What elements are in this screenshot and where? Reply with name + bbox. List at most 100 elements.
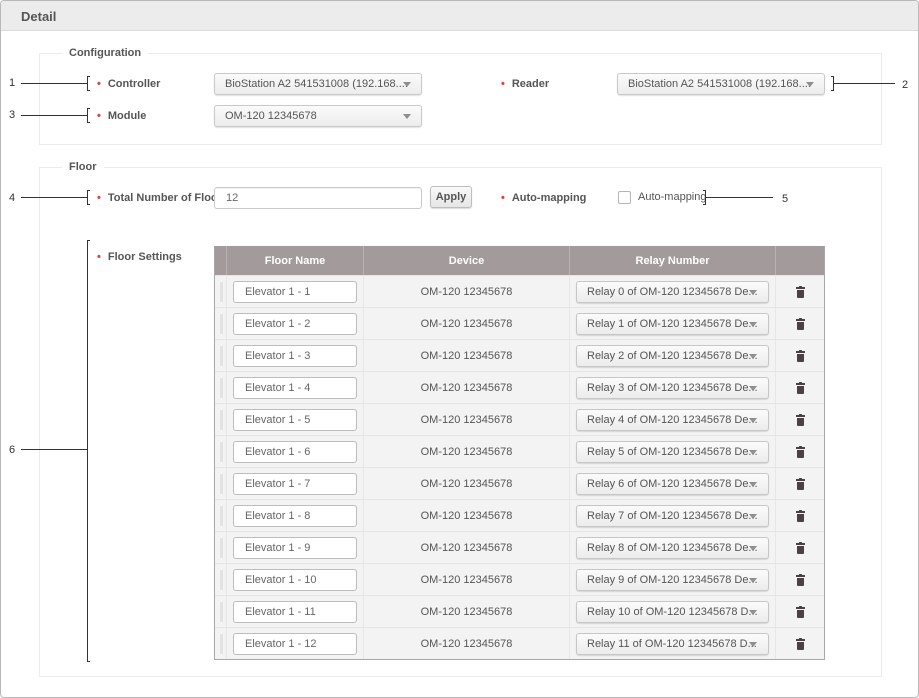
- floor-name-input[interactable]: Elevator 1 - 11: [233, 600, 357, 623]
- apply-button[interactable]: Apply: [430, 186, 472, 208]
- annotation-5: 5: [782, 193, 789, 205]
- controller-label: • Controller: [97, 78, 160, 90]
- trash-icon[interactable]: [795, 541, 805, 554]
- annotation-line: [21, 115, 87, 116]
- table-row: Elevator 1 - 11 OM-120 12345678 Relay 10 o…: [215, 595, 824, 627]
- floor-name-input[interactable]: Elevator 1 - 8: [233, 504, 357, 527]
- relay-cell: Relay 9 of OM-120 12345678 De...: [570, 564, 776, 595]
- trash-body: [796, 289, 804, 298]
- trash-icon[interactable]: [795, 637, 805, 650]
- relay-select[interactable]: Relay 1 of OM-120 12345678 De...: [576, 312, 769, 335]
- trash-body: [796, 417, 804, 426]
- annotation-bracket-tick: [87, 76, 90, 77]
- relay-select[interactable]: Relay 2 of OM-120 12345678 De...: [576, 344, 769, 367]
- table-row: Elevator 1 - 1 OM-120 12345678 Relay 0 of …: [215, 275, 824, 307]
- caret-down-icon: [806, 82, 814, 87]
- relay-select[interactable]: Relay 4 of OM-120 12345678 De...: [576, 408, 769, 431]
- required-marker: •: [97, 192, 101, 204]
- trash-icon[interactable]: [795, 413, 805, 426]
- drag-handle-icon[interactable]: [220, 505, 223, 526]
- floor-name-input[interactable]: Elevator 1 - 1: [233, 280, 357, 303]
- floor-name-cell: Elevator 1 - 8: [227, 500, 364, 531]
- floor-name-input[interactable]: Elevator 1 - 4: [233, 376, 357, 399]
- floor-settings-label: • Floor Settings: [97, 251, 182, 263]
- trash-icon[interactable]: [795, 605, 805, 618]
- module-label-text: Module: [107, 110, 147, 122]
- module-label: • Module: [97, 110, 146, 122]
- relay-select-value: Relay 10 of OM-120 12345678 D...: [587, 605, 758, 618]
- floor-name-input[interactable]: Elevator 1 - 3: [233, 344, 357, 367]
- auto-mapping-label: • Auto-mapping: [501, 192, 586, 204]
- required-marker: •: [97, 78, 101, 90]
- module-select[interactable]: OM-120 12345678: [214, 105, 422, 127]
- required-marker: •: [501, 192, 505, 204]
- drag-handle-icon[interactable]: [220, 409, 223, 430]
- floor-name-cell: Elevator 1 - 10: [227, 564, 364, 595]
- reader-select[interactable]: BioStation A2 541531008 (192.168....: [617, 73, 825, 95]
- relay-select-value: Relay 4 of OM-120 12345678 De...: [587, 413, 758, 426]
- floor-name-input[interactable]: Elevator 1 - 12: [233, 632, 357, 655]
- floor-name-input[interactable]: Elevator 1 - 6: [233, 440, 357, 463]
- floor-name-cell: Elevator 1 - 3: [227, 340, 364, 371]
- floor-name-input[interactable]: Elevator 1 - 2: [233, 312, 357, 335]
- trash-icon[interactable]: [795, 317, 805, 330]
- drag-handle-icon[interactable]: [220, 441, 223, 462]
- trash-lid: [795, 318, 805, 321]
- auto-mapping-checkbox-label[interactable]: Auto-mapping: [638, 191, 707, 203]
- delete-cell: [776, 468, 824, 499]
- relay-select[interactable]: Relay 7 of OM-120 12345678 De...: [576, 504, 769, 527]
- delete-cell: [776, 372, 824, 403]
- relay-select[interactable]: Relay 11 of OM-120 12345678 D...: [576, 632, 769, 655]
- relay-select[interactable]: Relay 3 of OM-120 12345678 De...: [576, 376, 769, 399]
- row-handle-cell: [215, 436, 227, 467]
- floor-name-cell: Elevator 1 - 2: [227, 308, 364, 339]
- floor-name-input[interactable]: Elevator 1 - 9: [233, 536, 357, 559]
- drag-handle-icon[interactable]: [220, 537, 223, 558]
- row-handle-cell: [215, 532, 227, 563]
- drag-handle-icon[interactable]: [220, 601, 223, 622]
- relay-select[interactable]: Relay 10 of OM-120 12345678 D...: [576, 600, 769, 623]
- device-cell: OM-120 12345678: [364, 436, 570, 467]
- relay-select[interactable]: Relay 5 of OM-120 12345678 De...: [576, 440, 769, 463]
- device-cell: OM-120 12345678: [364, 276, 570, 307]
- row-handle-cell: [215, 628, 227, 659]
- auto-mapping-checkbox[interactable]: [618, 191, 631, 204]
- drag-handle-icon[interactable]: [220, 377, 223, 398]
- drag-handle-icon[interactable]: [220, 313, 223, 334]
- trash-body: [796, 609, 804, 618]
- table-row: Elevator 1 - 9 OM-120 12345678 Relay 8 of …: [215, 531, 824, 563]
- trash-icon[interactable]: [795, 285, 805, 298]
- floor-name-cell: Elevator 1 - 1: [227, 276, 364, 307]
- relay-select[interactable]: Relay 8 of OM-120 12345678 De...: [576, 536, 769, 559]
- drag-handle-icon[interactable]: [220, 633, 223, 654]
- floor-name-input[interactable]: Elevator 1 - 10: [233, 568, 357, 591]
- drag-handle-icon[interactable]: [220, 281, 223, 302]
- relay-select[interactable]: Relay 0 of OM-120 12345678 De...: [576, 280, 769, 303]
- trash-icon[interactable]: [795, 381, 805, 394]
- annotation-bracket: [87, 190, 88, 205]
- auto-mapping-label-text: Auto-mapping: [511, 192, 587, 204]
- table-header: Floor Name Device Relay Number: [215, 246, 824, 275]
- row-handle-cell: [215, 372, 227, 403]
- relay-select[interactable]: Relay 9 of OM-120 12345678 De...: [576, 568, 769, 591]
- device-cell: OM-120 12345678: [364, 372, 570, 403]
- floor-name-input[interactable]: Elevator 1 - 5: [233, 408, 357, 431]
- floor-name-cell: Elevator 1 - 12: [227, 628, 364, 659]
- drag-handle-icon[interactable]: [220, 345, 223, 366]
- reader-label: • Reader: [501, 78, 549, 90]
- trash-icon[interactable]: [795, 573, 805, 586]
- drag-handle-icon[interactable]: [220, 473, 223, 494]
- trash-icon[interactable]: [795, 509, 805, 522]
- drag-handle-icon[interactable]: [220, 569, 223, 590]
- floor-name-input[interactable]: Elevator 1 - 7: [233, 472, 357, 495]
- controller-select[interactable]: BioStation A2 541531008 (192.168....: [214, 73, 422, 95]
- caret-down-icon: [749, 577, 757, 583]
- total-floors-input[interactable]: 12: [214, 187, 422, 209]
- floor-name-cell: Elevator 1 - 9: [227, 532, 364, 563]
- relay-select[interactable]: Relay 6 of OM-120 12345678 De...: [576, 472, 769, 495]
- trash-icon[interactable]: [795, 445, 805, 458]
- caret-down-icon: [749, 289, 757, 295]
- trash-icon[interactable]: [795, 477, 805, 490]
- trash-icon[interactable]: [795, 349, 805, 362]
- total-floors-label: • Total Number of Floors: [97, 192, 228, 204]
